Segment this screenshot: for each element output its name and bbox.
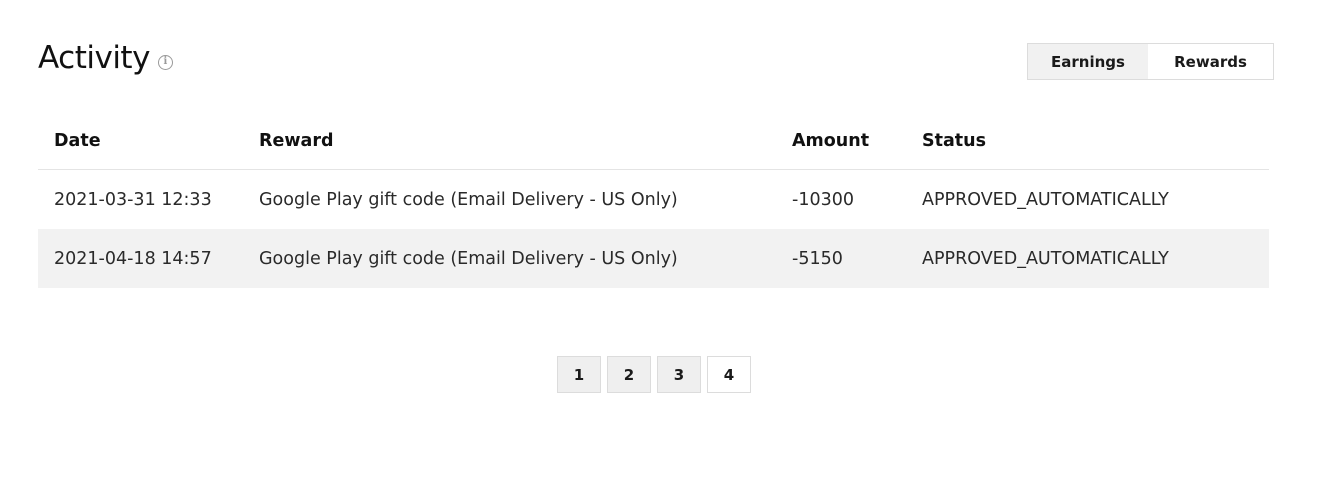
- table-row: 2021-03-31 12:33 Google Play gift code (…: [38, 170, 1269, 229]
- earnings-tab[interactable]: Earnings: [1028, 44, 1148, 79]
- info-icon[interactable]: i: [157, 54, 173, 70]
- column-header-date: Date: [54, 130, 101, 151]
- table-row: 2021-04-18 14:57 Google Play gift code (…: [38, 229, 1269, 288]
- cell-reward: Google Play gift code (Email Delivery - …: [259, 189, 678, 210]
- column-header-amount: Amount: [792, 130, 870, 151]
- cell-date: 2021-04-18 14:57: [54, 248, 212, 269]
- cell-status: APPROVED_AUTOMATICALLY: [922, 248, 1169, 269]
- cell-amount: -10300: [792, 189, 854, 210]
- pagination: 1 2 3 4: [557, 356, 751, 393]
- page-button-3[interactable]: 3: [657, 356, 701, 393]
- column-header-reward: Reward: [259, 130, 334, 151]
- activity-header: Activity i: [38, 40, 173, 76]
- cell-amount: -5150: [792, 248, 843, 269]
- table-header-row: Date Reward Amount Status: [38, 112, 1269, 170]
- cell-date: 2021-03-31 12:33: [54, 189, 212, 210]
- activity-table: Date Reward Amount Status 2021-03-31 12:…: [38, 112, 1269, 288]
- cell-reward: Google Play gift code (Email Delivery - …: [259, 248, 678, 269]
- column-header-status: Status: [922, 130, 987, 151]
- page-title: Activity: [38, 40, 150, 76]
- rewards-tab[interactable]: Rewards: [1148, 44, 1273, 79]
- activity-type-toggle: Earnings Rewards: [1027, 43, 1274, 80]
- page-button-1[interactable]: 1: [557, 356, 601, 393]
- page-button-2[interactable]: 2: [607, 356, 651, 393]
- page-button-4[interactable]: 4: [707, 356, 751, 393]
- cell-status: APPROVED_AUTOMATICALLY: [922, 189, 1169, 210]
- activity-page: Activity i Earnings Rewards Date Reward …: [0, 0, 1331, 488]
